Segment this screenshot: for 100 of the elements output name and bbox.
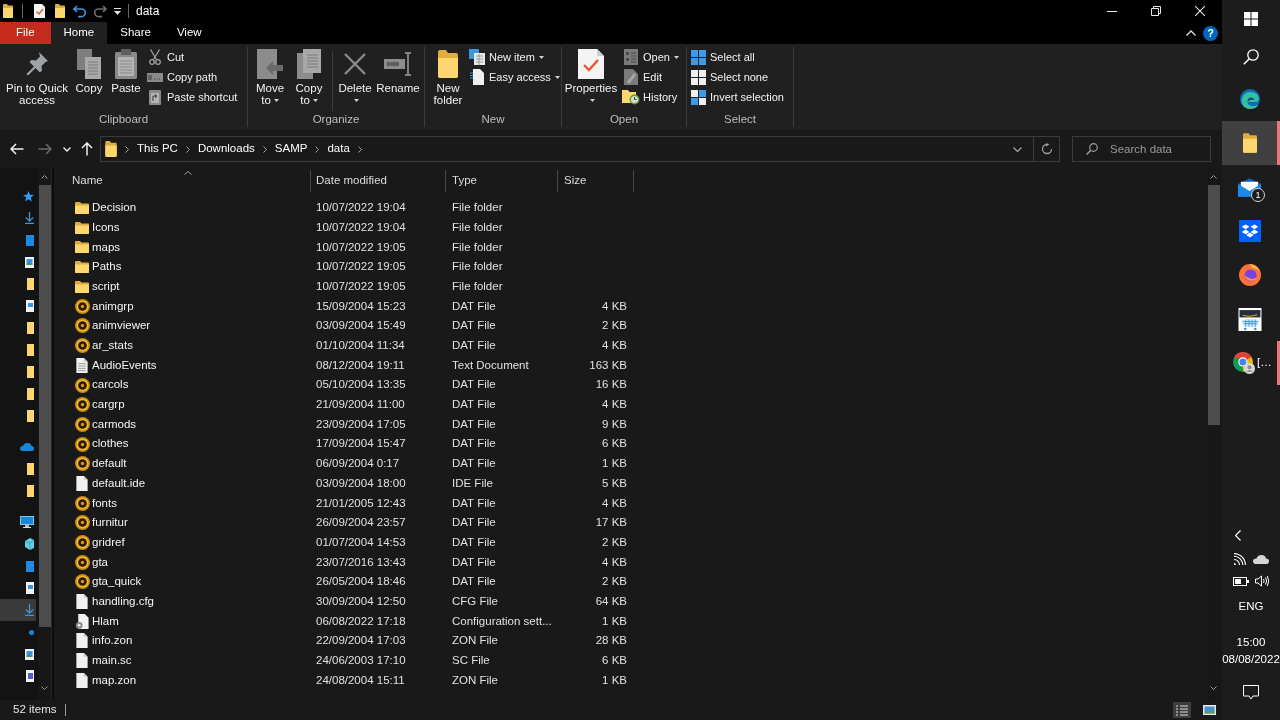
file-type: DAT File: [452, 535, 496, 548]
column-header[interactable]: Date modified: [311, 170, 446, 192]
file-name[interactable]: clothes: [92, 435, 129, 453]
copy-path-button[interactable]: Copy path: [147, 67, 240, 87]
history-button[interactable]: History: [623, 87, 681, 107]
select-none-button[interactable]: Select none: [690, 67, 786, 87]
column-header[interactable]: Name: [66, 170, 311, 192]
paste-shortcut-button[interactable]: Paste shortcut: [147, 87, 240, 107]
notification-icon[interactable]: [1243, 684, 1259, 700]
file-name[interactable]: default: [92, 455, 127, 473]
help-button[interactable]: ?: [1203, 25, 1218, 41]
file-explorer-button[interactable]: [1222, 121, 1280, 165]
breadcrumb[interactable]: data: [327, 140, 350, 158]
breadcrumb[interactable]: SAMP: [274, 140, 308, 158]
new-folder-button[interactable]: New folder: [430, 47, 466, 108]
file-name[interactable]: map.zon: [92, 671, 137, 689]
paste-button[interactable]: Paste: [108, 47, 144, 96]
copy-button[interactable]: Copy: [73, 47, 105, 96]
breadcrumb[interactable]: Downloads: [197, 140, 255, 158]
file-name[interactable]: animviewer: [92, 317, 151, 335]
details-view-button[interactable]: [1173, 702, 1191, 718]
battery-icon[interactable]: [1233, 576, 1249, 586]
search-icon: [1243, 49, 1259, 65]
chevron-up-icon[interactable]: [1186, 30, 1196, 36]
file-name[interactable]: default.ide: [92, 474, 146, 493]
chevron-right-icon[interactable]: [125, 145, 129, 153]
file-name[interactable]: Paths: [92, 258, 122, 276]
file-name[interactable]: script: [92, 277, 120, 296]
column-header[interactable]: Size: [558, 170, 634, 192]
large-icons-view-button[interactable]: [1200, 702, 1218, 718]
undo-icon[interactable]: [73, 4, 86, 18]
chevron-right-icon[interactable]: [315, 145, 320, 153]
copy-to-button[interactable]: Copy to: [291, 47, 327, 108]
close-icon: [1195, 6, 1205, 16]
document-icon: [26, 300, 34, 312]
file-name[interactable]: Decision: [92, 199, 137, 217]
checked-document-icon[interactable]: [34, 4, 45, 18]
cut-button[interactable]: Cut: [147, 47, 240, 67]
move-to-button[interactable]: Move to: [252, 47, 288, 108]
clock[interactable]: 15:00 08/08/2022: [1222, 634, 1280, 668]
file-name[interactable]: carmods: [92, 415, 137, 434]
file-name[interactable]: handling.cfg: [92, 592, 155, 611]
file-name[interactable]: Hlam: [92, 612, 119, 630]
chevron-right-icon[interactable]: [185, 145, 190, 153]
clipboard-icon: [115, 49, 137, 79]
file-name[interactable]: AudioEvents: [92, 356, 157, 374]
film-document-icon: [26, 670, 34, 682]
file-name[interactable]: gta: [92, 553, 108, 571]
file-name[interactable]: furnitur: [92, 514, 128, 532]
speaker-icon[interactable]: [1255, 575, 1269, 587]
select-all-button[interactable]: Select all: [690, 47, 786, 67]
stacked-pages-icon: [297, 49, 321, 79]
file-name[interactable]: cargrp: [92, 396, 125, 414]
file-type: File folder: [452, 240, 503, 253]
edit-button[interactable]: Edit: [623, 67, 681, 87]
redo-icon[interactable]: [94, 4, 107, 18]
chrome-button[interactable]: […: [1222, 341, 1280, 385]
ribbon-tab[interactable]: File: [0, 22, 51, 44]
file-name[interactable]: ar_stats: [92, 337, 133, 355]
file-name[interactable]: Icons: [92, 218, 120, 237]
language-indicator[interactable]: ENG: [1238, 598, 1264, 616]
scrollbar-thumb[interactable]: [1207, 185, 1220, 425]
file-name[interactable]: maps: [92, 238, 121, 256]
properties-button[interactable]: Properties: [562, 47, 620, 108]
chevron-left-icon[interactable]: [1235, 529, 1241, 541]
blank-document-icon: [76, 475, 88, 491]
cloud-icon[interactable]: [1253, 554, 1269, 564]
folder-icon[interactable]: [55, 4, 65, 18]
disc-icon: [74, 574, 90, 590]
mail-button[interactable]: 1: [1222, 165, 1280, 209]
checked-document-icon: [578, 49, 604, 79]
chevron-down-icon[interactable]: [1013, 146, 1022, 152]
ribbon-tab[interactable]: Home: [50, 22, 108, 44]
open-button[interactable]: Open: [623, 47, 681, 67]
breadcrumb[interactable]: This PC: [137, 140, 178, 158]
customize-dropdown-icon[interactable]: [114, 7, 121, 15]
file-name[interactable]: fonts: [92, 494, 117, 512]
scrollbar-thumb[interactable]: [38, 185, 51, 627]
file-name[interactable]: carcols: [92, 376, 129, 394]
file-name[interactable]: gta_quick: [92, 573, 142, 591]
file-name[interactable]: gridref: [92, 533, 125, 552]
delete-button[interactable]: Delete: [337, 47, 373, 108]
chevron-right-icon[interactable]: [357, 145, 362, 153]
file-name[interactable]: main.sc: [92, 652, 132, 670]
chevron-right-icon[interactable]: [262, 145, 267, 153]
disc-icon: [74, 397, 90, 413]
easy-access-button[interactable]: Easy access: [469, 67, 562, 87]
disc-icon: [74, 377, 90, 393]
pin-to-quick-access-button[interactable]: Pin to Quick access: [4, 47, 70, 108]
invert-selection-button[interactable]: Invert selection: [690, 87, 786, 107]
rename-button[interactable]: Rename: [376, 47, 420, 96]
date-modified: 17/09/2004 15:47: [316, 437, 406, 450]
wifi-icon[interactable]: [1233, 553, 1247, 565]
folder-icon[interactable]: [3, 4, 13, 18]
new-item-button[interactable]: New item: [469, 47, 562, 67]
column-header[interactable]: Type: [446, 170, 558, 192]
address-bar[interactable]: This PC Downloads SAMP data: [100, 136, 1060, 162]
search-field[interactable]: Search data: [1072, 136, 1211, 162]
file-name[interactable]: animgrp: [92, 297, 134, 315]
file-name[interactable]: info.zon: [92, 632, 133, 650]
